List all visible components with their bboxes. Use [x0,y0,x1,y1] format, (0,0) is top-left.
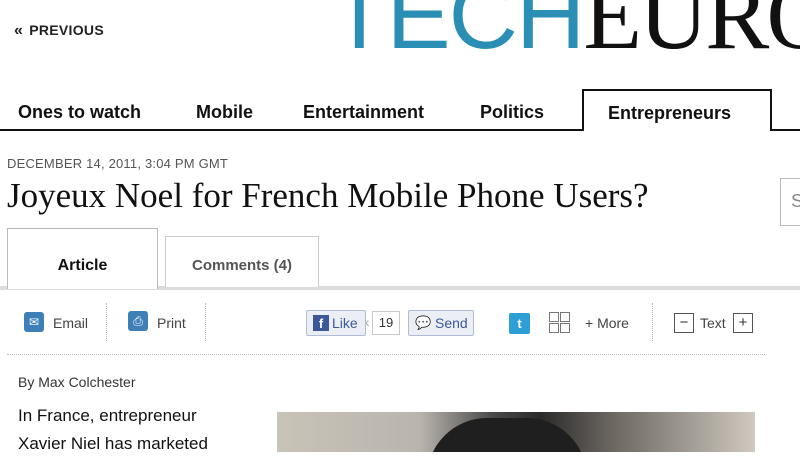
search-input[interactable]: S [780,178,800,226]
double-chevron-left-icon: « [14,22,24,39]
byline-prefix: By [18,374,35,390]
article-headline: Joyeux Noel for French Mobile Phone User… [7,176,649,215]
author-link[interactable]: Max Colchester [38,374,135,390]
nav-item-entrepreneurs-label: Entrepreneurs [608,103,732,123]
email-icon[interactable]: ✉ [24,312,44,332]
site-logo[interactable]: TECHEURO [330,0,800,64]
nav-item-entertainment[interactable]: Entertainment [303,102,424,123]
toolbar-divider [7,354,765,356]
logo-tech: TECH [330,0,585,69]
toolbar-separator [205,303,207,341]
tab-comments[interactable]: Comments (4) [165,236,319,287]
send-label: Send [435,315,468,331]
body-line: Xavier Niel has marketed [18,434,208,453]
article-dateline: DECEMBER 14, 2011, 3:04 PM GMT [7,156,229,171]
tab-comments-label: Comments (4) [191,257,292,274]
more-share-button[interactable]: + More [585,315,629,331]
search-placeholder: S [791,191,800,211]
nav-item-entrepreneurs[interactable]: Entrepreneurs [582,89,772,131]
toolbar-separator [652,303,654,341]
photo-subject [427,418,587,452]
print-icon[interactable]: ⎙ [128,311,148,331]
count-pointer-icon: ‹ [365,314,370,330]
facebook-icon: f [313,315,329,331]
byline: By Max Colchester [18,374,136,390]
body-line: In France, entrepreneur [18,406,197,425]
previous-label: PREVIOUS [29,22,104,38]
twitter-icon[interactable]: t [509,313,530,334]
like-label: Like [332,315,358,331]
previous-link[interactable]: « PREVIOUS [14,22,104,40]
nav-item-politics[interactable]: Politics [480,102,544,123]
email-button[interactable]: Email [53,315,88,331]
facebook-send-button[interactable]: 💬 Send [408,310,474,336]
like-count: 19 [372,311,400,335]
speech-bubble-icon: 💬 [415,315,432,330]
logo-euro: EURO [583,0,800,69]
text-size-label: Text [700,315,726,331]
tab-article-label: Article [57,257,108,274]
share-grid-icon[interactable] [549,312,571,334]
nav-item-ones-to-watch[interactable]: Ones to watch [18,102,141,123]
nav-item-mobile[interactable]: Mobile [196,102,253,123]
text-larger-button[interactable]: + [733,313,753,333]
toolbar-separator [106,303,108,341]
article-photo [277,412,755,452]
facebook-like-button[interactable]: f Like [306,310,366,336]
print-button[interactable]: Print [157,315,186,331]
tab-article[interactable]: Article [7,228,158,289]
text-smaller-button[interactable]: − [674,313,694,333]
